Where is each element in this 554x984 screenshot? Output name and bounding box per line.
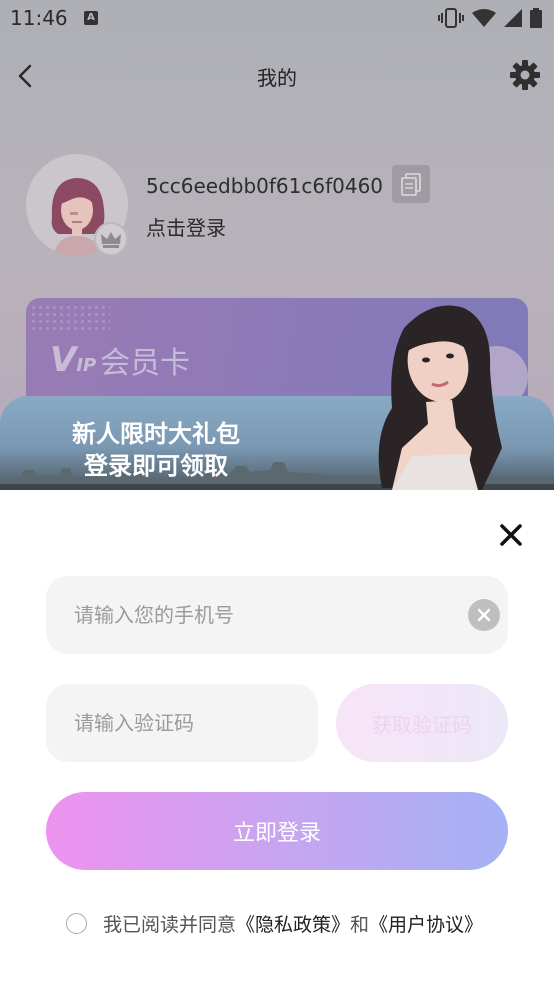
nav-bar: 我的 [0, 48, 554, 104]
crown-icon [94, 222, 128, 256]
vibrate-icon [438, 8, 464, 28]
copy-icon [401, 173, 421, 196]
copy-button[interactable] [392, 165, 430, 203]
code-field [46, 684, 318, 762]
clear-icon [477, 608, 491, 622]
profile-section: 5cc6eedbb0f61c6f0460 点击登录 [26, 154, 526, 264]
gear-icon[interactable] [508, 58, 542, 92]
get-code-button[interactable]: 获取验证码 [336, 684, 508, 762]
phone-field [46, 576, 508, 654]
notification-icon: A [84, 11, 98, 25]
signal-icon [504, 9, 522, 27]
model-photo [378, 305, 502, 490]
vip-card-title: 会员卡 [100, 346, 190, 381]
vip-logo: VIP [50, 340, 97, 380]
wifi-icon [472, 9, 496, 27]
login-prompt[interactable]: 点击登录 [146, 212, 226, 241]
phone-input[interactable] [74, 576, 454, 654]
clear-button[interactable] [468, 599, 500, 631]
promo-headline: 新人限时大礼包 [72, 420, 240, 448]
status-bar: 11:46 A [0, 0, 554, 38]
page-title: 我的 [257, 66, 297, 90]
login-sheet: 获取验证码 立即登录 我已阅读并同意 《隐私政策》 和 《用户协议》 [0, 490, 554, 984]
close-icon[interactable] [496, 520, 526, 550]
login-button[interactable]: 立即登录 [46, 792, 508, 870]
agreement-text: 我已阅读并同意 [103, 913, 237, 936]
agreement-and: 和 [350, 913, 370, 936]
vip-card-pattern [30, 304, 110, 334]
status-icons [438, 8, 542, 28]
agreement-row: 我已阅读并同意 《隐私政策》 和 《用户协议》 [66, 910, 483, 936]
privacy-policy-link[interactable]: 《隐私政策》 [236, 910, 350, 937]
battery-icon [530, 8, 542, 28]
verification-code-input[interactable] [74, 684, 304, 762]
status-time: 11:46 [10, 6, 68, 30]
user-id: 5cc6eedbb0f61c6f0460 [146, 174, 384, 198]
agreement-checkbox[interactable] [66, 912, 87, 934]
promo-subheadline: 登录即可领取 [84, 452, 228, 480]
user-agreement-link[interactable]: 《用户协议》 [369, 910, 483, 937]
background-page: 11:46 A 我的 5cc6eedbb0f61c6f0460 点击登录 VIP… [0, 0, 554, 490]
